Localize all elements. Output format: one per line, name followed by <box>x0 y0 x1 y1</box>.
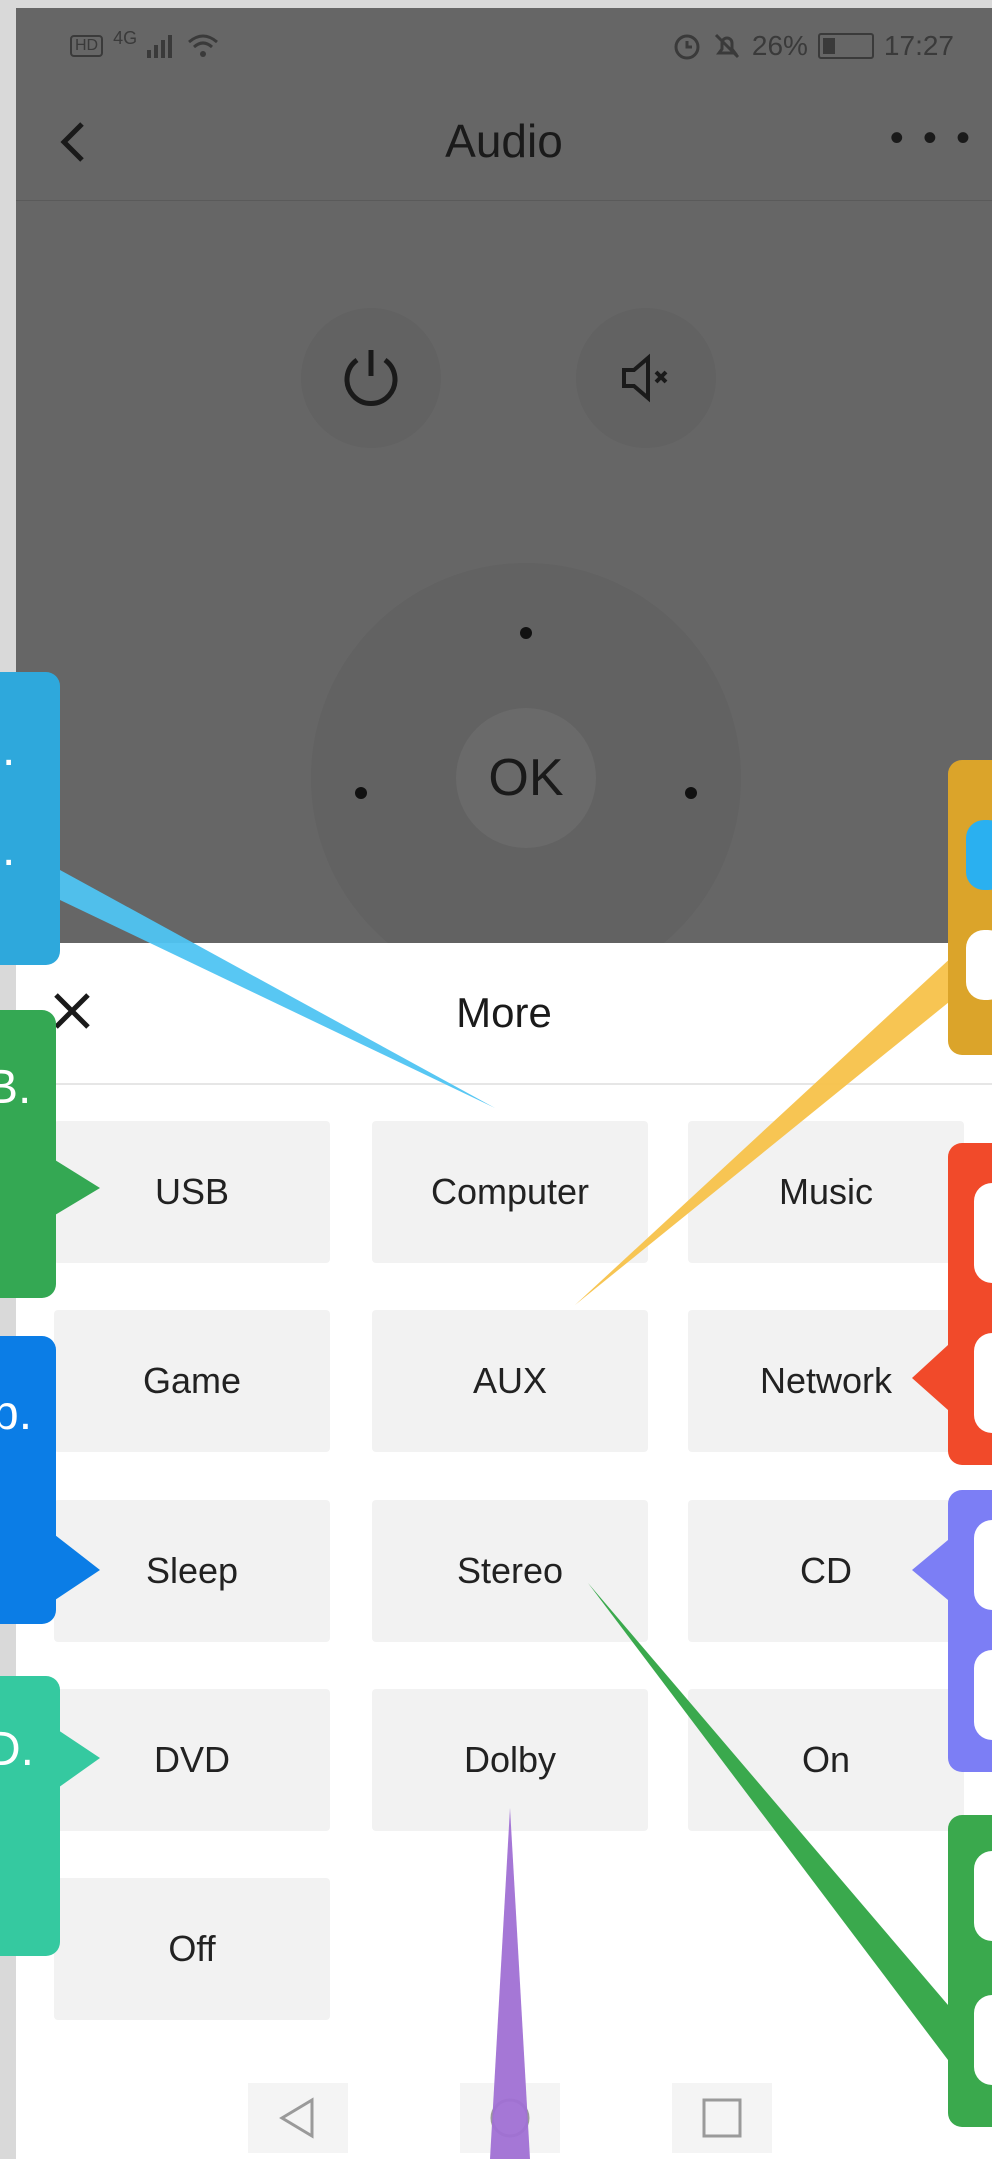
callout-gold <box>948 760 992 1055</box>
callout-pointers <box>55 870 970 2159</box>
callout-periwinkle <box>948 1490 992 1772</box>
callout-green-text: B. <box>0 1061 32 1114</box>
callout-red-chip-1 <box>974 1183 992 1283</box>
callout-periwinkle-chip-2 <box>974 1650 992 1740</box>
callout-dark-green-chip-2 <box>974 1995 992 2085</box>
callout-cyan: . . <box>0 672 60 965</box>
callout-blue: p. <box>0 1336 56 1624</box>
callout-gold-chip-1 <box>966 820 992 890</box>
callout-gold-chip-2 <box>966 930 992 1000</box>
callout-dark-green-chip-1 <box>974 1851 992 1941</box>
callout-cyan-text-2: . <box>2 823 16 876</box>
callout-dark-green <box>948 1815 992 2127</box>
callout-periwinkle-chip-1 <box>974 1520 992 1610</box>
callout-blue-text: p. <box>0 1387 33 1440</box>
callout-red <box>948 1143 992 1465</box>
callout-cyan-text-1: . <box>2 723 16 776</box>
callout-teal: D. <box>0 1676 60 1956</box>
callout-teal-text: D. <box>0 1723 34 1776</box>
callout-green: B. <box>0 1010 56 1298</box>
callout-red-chip-2 <box>974 1333 992 1433</box>
